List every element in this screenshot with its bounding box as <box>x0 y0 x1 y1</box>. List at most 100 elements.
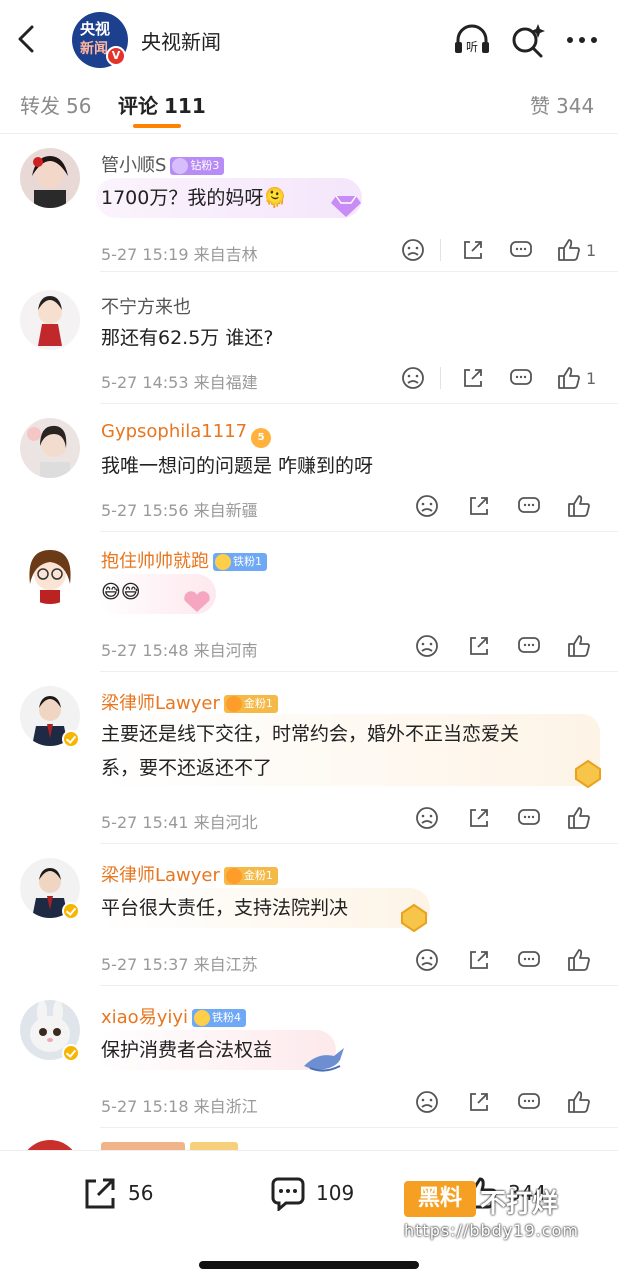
commenter-name[interactable]: 抱住帅帅就跑 铁粉1 <box>101 547 267 573</box>
verified-icon <box>62 902 80 920</box>
account-name[interactable]: 央视新闻 <box>141 26 221 55</box>
comment-count: 109 <box>316 1181 355 1205</box>
comment-item: 梁律师Lawyer 金粉1 主要还是线下交往，时常约会，婚外不正当恋爱关 系，要不… <box>0 672 618 844</box>
commenter-avatar[interactable] <box>20 1140 80 1150</box>
tab-comments[interactable]: 评论 111 <box>118 90 206 119</box>
comment-text-body: 我唯一想问的问题是 咋赚到的呀 <box>101 455 374 477</box>
listen-icon[interactable]: 听 <box>452 20 492 60</box>
reply-icon[interactable] <box>516 1089 542 1115</box>
dislike-face-icon[interactable] <box>414 947 440 973</box>
comment-text: 平台很大责任，支持法院判决 <box>101 891 348 925</box>
tab-likes-count: 344 <box>556 94 595 118</box>
verified-badge: V <box>106 46 126 66</box>
commenter-avatar[interactable] <box>20 290 80 350</box>
like-thumb-icon[interactable] <box>556 237 582 263</box>
commenter-avatar[interactable] <box>20 148 80 208</box>
like-thumb-icon[interactable] <box>566 805 592 831</box>
emoji-face: 🫠 <box>263 187 288 209</box>
commenter-name[interactable]: xiao易yiyi 铁粉4 <box>101 1003 247 1029</box>
watermark: 黑料 不打烊 https://bbdy19.com <box>404 1181 588 1241</box>
tab-reposts[interactable]: 转发 56 <box>20 90 91 119</box>
dislike-face-icon[interactable] <box>414 633 440 659</box>
comment-item-partial <box>0 1128 618 1150</box>
repost-icon[interactable] <box>466 805 492 831</box>
reply-icon[interactable] <box>516 493 542 519</box>
like-thumb-icon[interactable] <box>556 365 582 391</box>
comment-item: 梁律师Lawyer 金粉1 平台很大责任，支持法院判决 5-27 15:37 来自… <box>0 844 618 986</box>
tab-bar: 转发 56 评论 111 赞 344 <box>0 76 618 134</box>
commenter-avatar[interactable] <box>20 418 80 478</box>
search-sparkle-icon[interactable] <box>508 20 548 60</box>
comment-actions: 1 <box>400 237 600 267</box>
comment-location: 来自江苏 <box>193 955 258 974</box>
repost-icon[interactable] <box>466 493 492 519</box>
repost-icon[interactable] <box>466 947 492 973</box>
like-thumb-icon[interactable] <box>566 493 592 519</box>
comment-location: 来自吉林 <box>193 245 258 264</box>
commenter-name-text: Gypsophila1117 <box>101 421 248 442</box>
repost-icon[interactable] <box>460 237 486 263</box>
commenter-name[interactable]: Gypsophila1117 5 <box>101 421 272 448</box>
comment-item: 抱住帅帅就跑 铁粉1 😅😅 5-27 15:48 来自河南 <box>0 532 618 672</box>
commenter-avatar[interactable] <box>20 544 80 604</box>
reply-icon[interactable] <box>508 365 534 391</box>
dislike-face-icon[interactable] <box>414 493 440 519</box>
verified-icon <box>62 1044 80 1062</box>
reply-icon[interactable] <box>516 633 542 659</box>
repost-icon[interactable] <box>466 1089 492 1115</box>
fan-badge-label: 钻粉3 <box>190 159 220 172</box>
commenter-name[interactable]: 不宁方来也 <box>101 293 191 319</box>
comment-time: 5-27 15:56 <box>101 501 189 520</box>
divider <box>440 367 441 389</box>
commenter-name[interactable]: 梁律师Lawyer 金粉1 <box>101 861 278 887</box>
repost-icon[interactable] <box>466 633 492 659</box>
comment-text-body: 😅😅 <box>101 581 141 603</box>
fan-badge: 金粉1 <box>223 695 278 713</box>
commenter-name-cut <box>101 1142 185 1150</box>
comment-time: 5-27 15:41 <box>101 813 189 832</box>
share-button[interactable]: 56 <box>82 1175 172 1211</box>
comment-time: 5-27 15:18 <box>101 1097 189 1116</box>
share-count: 56 <box>128 1181 154 1205</box>
commenter-name[interactable]: 管小顺S 钻粉3 <box>101 151 225 177</box>
back-arrow-icon[interactable] <box>14 22 40 56</box>
commenter-name-text: 抱住帅帅就跑 <box>101 551 209 572</box>
diamond-icon <box>172 158 189 174</box>
dislike-face-icon[interactable] <box>400 365 426 391</box>
comment-text: 保护消费者合法权益 <box>101 1033 272 1067</box>
comment-location: 来自新疆 <box>193 501 258 520</box>
tab-comments-count: 111 <box>164 94 206 118</box>
comment-meta: 5-27 15:18 来自浙江 <box>101 1093 258 1117</box>
like-count: 1 <box>586 369 597 388</box>
comment-text-body: 1700万？我的妈呀 <box>101 187 264 209</box>
dislike-face-icon[interactable] <box>414 1089 440 1115</box>
comment-button[interactable]: 109 <box>270 1175 370 1211</box>
comment-item: 管小顺S 钻粉3 1700万？我的妈呀🫠 5-27 15:19 来自吉林 1 <box>0 134 618 272</box>
comment-meta: 5-27 15:41 来自河北 <box>101 809 258 833</box>
dislike-face-icon[interactable] <box>400 237 426 263</box>
tab-likes[interactable]: 赞 344 <box>530 90 594 119</box>
tab-reposts-count: 56 <box>66 94 92 118</box>
reply-icon[interactable] <box>508 237 534 263</box>
reply-icon[interactable] <box>516 805 542 831</box>
comment-text-line: 主要还是线下交往，时常约会，婚外不正当恋爱关 <box>101 723 520 745</box>
like-thumb-icon[interactable] <box>566 633 592 659</box>
avatar-text-line1: 央视 <box>80 20 111 38</box>
reply-icon[interactable] <box>516 947 542 973</box>
commenter-name[interactable]: 梁律师Lawyer 金粉1 <box>101 689 278 715</box>
watermark-text: 不打烊 <box>480 1189 559 1219</box>
comment-actions <box>414 947 600 977</box>
fan-badge-cut <box>190 1142 238 1150</box>
comment-icon <box>271 1177 305 1211</box>
more-icon[interactable] <box>562 20 602 60</box>
home-indicator[interactable] <box>199 1261 419 1269</box>
watermark-logo: 黑料 <box>404 1181 476 1217</box>
share-icon <box>85 1178 115 1209</box>
crown-icon <box>225 696 242 712</box>
like-thumb-icon[interactable] <box>566 947 592 973</box>
dislike-face-icon[interactable] <box>414 805 440 831</box>
comment-meta: 5-27 14:53 来自福建 <box>101 369 258 393</box>
like-thumb-icon[interactable] <box>566 1089 592 1115</box>
comment-text-body: 平台很大责任，支持法院判决 <box>101 897 349 919</box>
repost-icon[interactable] <box>460 365 486 391</box>
